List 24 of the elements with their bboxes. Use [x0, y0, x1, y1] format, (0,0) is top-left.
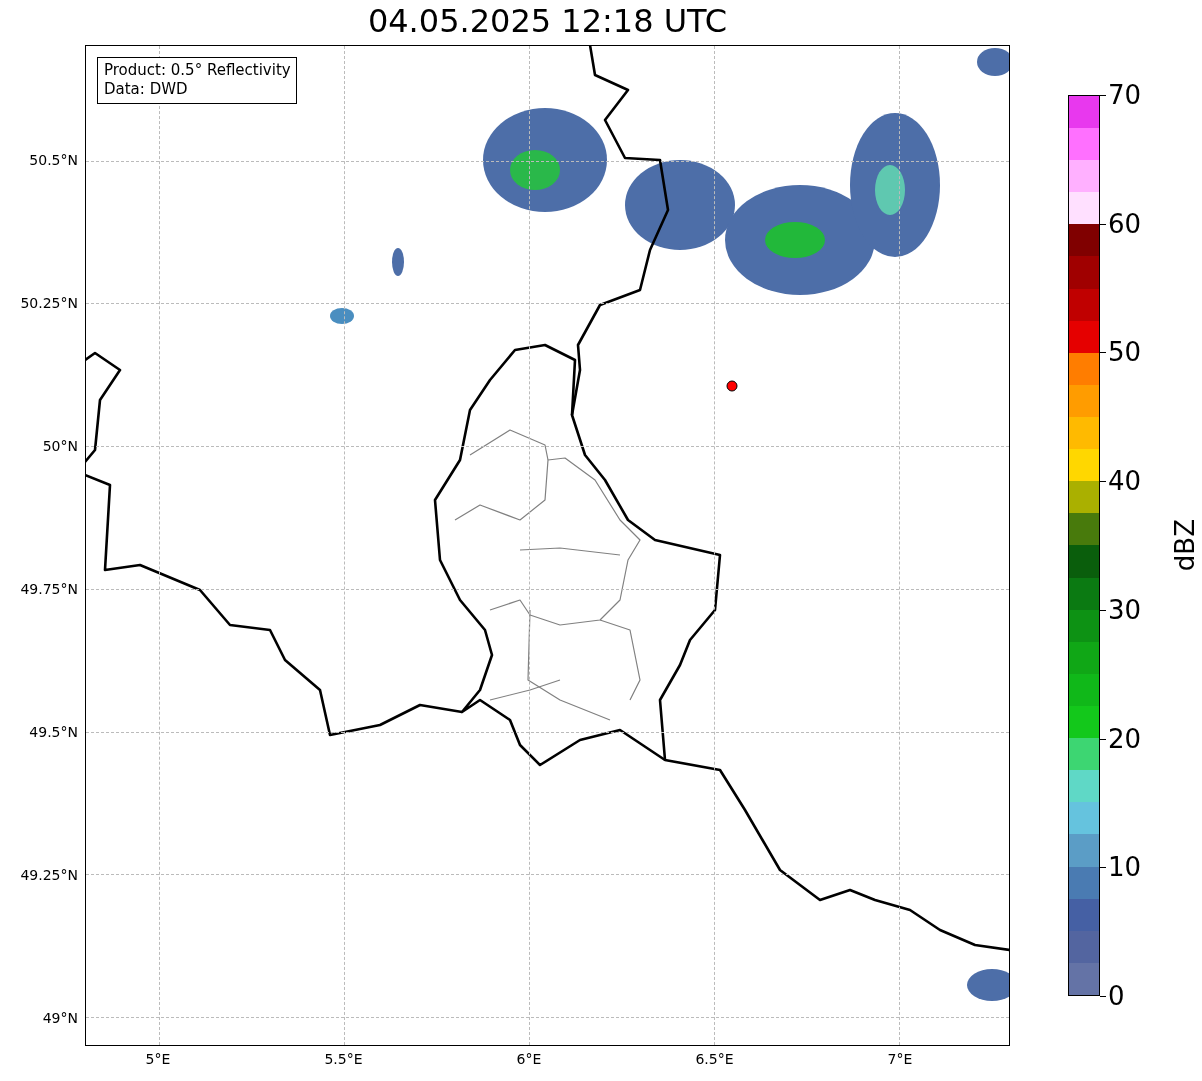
tick-label: 30 [1108, 594, 1142, 625]
tick-label: 5°E [145, 1051, 171, 1067]
tick-label: 50°N [42, 438, 78, 454]
tick-label: 7°E [887, 1051, 913, 1067]
tick-label: 6.5°E [695, 1051, 734, 1067]
tick-label: 49.75°N [20, 581, 78, 597]
tick-label: 50.25°N [20, 295, 78, 311]
chart-title: 04.05.2025 12:18 UTC [366, 1, 729, 42]
tick-label: 5.5°E [324, 1051, 363, 1067]
tick-label: 50 [1108, 337, 1142, 368]
legend-text: Product: 0.5° Reflectivity [104, 61, 291, 80]
tick-label: 70 [1108, 80, 1142, 110]
tick-label: 10 [1108, 852, 1142, 883]
axis-label: dBZ [1170, 519, 1200, 572]
tick-label: 50.5°N [29, 152, 78, 168]
tick-label: 0 [1108, 981, 1125, 1011]
tick-label: 40 [1108, 466, 1142, 497]
tick-label: 49°N [42, 1010, 78, 1026]
tick-label: 49.5°N [29, 724, 78, 740]
tick-label: 6°E [516, 1051, 542, 1067]
tick-label: 60 [1108, 208, 1142, 239]
legend-text: Data: DWD [104, 80, 189, 99]
tick-label: 49.25°N [20, 867, 78, 883]
tick-label: 20 [1108, 723, 1142, 754]
